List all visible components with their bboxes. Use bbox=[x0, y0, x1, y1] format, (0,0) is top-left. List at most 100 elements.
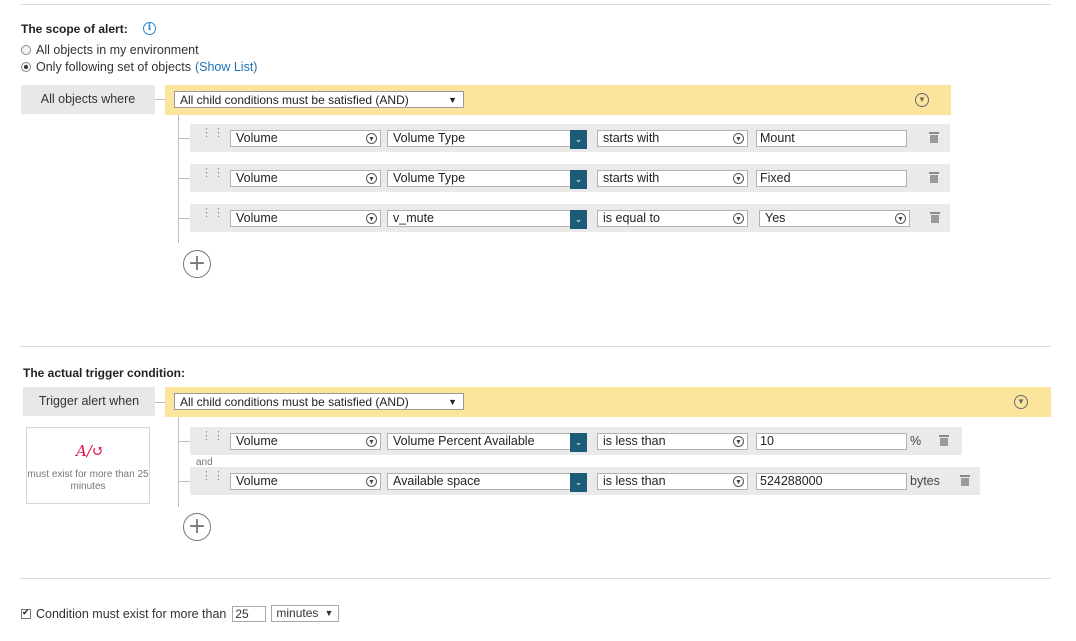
value-select[interactable]: Yes ▼ bbox=[759, 210, 910, 227]
value-input[interactable]: 10 bbox=[756, 433, 907, 450]
drag-handle-icon[interactable]: ⋮⋮ bbox=[201, 168, 224, 183]
show-list-link[interactable]: (Show List) bbox=[195, 60, 258, 74]
field-select-value: v_mute bbox=[393, 211, 434, 225]
dropdown-arrow-icon: ▼ bbox=[324, 608, 334, 618]
field-select-value: Volume Percent Available bbox=[393, 434, 535, 448]
chevron-down-icon: ▼ bbox=[733, 173, 744, 184]
trash-icon[interactable] bbox=[960, 475, 970, 486]
trash-icon[interactable] bbox=[939, 435, 949, 446]
duration-unit-select[interactable]: minutes ▼ bbox=[271, 605, 340, 622]
object-select[interactable]: Volume ▼ bbox=[230, 433, 381, 450]
object-select[interactable]: Volume ▼ bbox=[230, 130, 381, 147]
scope-group-select[interactable]: All child conditions must be satisfied (… bbox=[174, 91, 464, 108]
scope-condition-row-1: ⋮⋮ Volume ▼ Volume Type ⌄ starts with ▼ … bbox=[178, 124, 950, 152]
field-select[interactable]: Volume Percent Available ⌄ bbox=[387, 433, 587, 452]
duration-card[interactable]: A/↺ must exist for more than 25 minutes bbox=[26, 427, 150, 504]
value-input[interactable]: Fixed bbox=[756, 170, 907, 187]
chevron-down-icon: ▼ bbox=[733, 476, 744, 487]
operator-select-value: is less than bbox=[603, 434, 666, 448]
operator-select-value: starts with bbox=[603, 171, 660, 185]
radio-label: All objects in my environment bbox=[36, 43, 199, 57]
radio-all-objects[interactable]: All objects in my environment bbox=[21, 43, 199, 57]
field-select[interactable]: Volume Type ⌄ bbox=[387, 170, 587, 189]
radio-following-objects[interactable]: Only following set of objects (Show List… bbox=[21, 60, 257, 74]
duration-unit-value: minutes bbox=[276, 606, 319, 620]
unit-label: bytes bbox=[910, 474, 940, 488]
duration-note: must exist for more than 25 minutes bbox=[27, 469, 149, 492]
scope-group-bar: All child conditions must be satisfied (… bbox=[165, 85, 951, 115]
operator-select-value: is equal to bbox=[603, 211, 660, 225]
chevron-down-icon: ▼ bbox=[366, 476, 377, 487]
trigger-title: The actual trigger condition: bbox=[23, 366, 186, 380]
time-condition-icon: A/↺ bbox=[76, 442, 105, 460]
drag-handle-icon[interactable]: ⋮⋮ bbox=[201, 208, 224, 223]
trash-icon[interactable] bbox=[930, 212, 940, 223]
chevron-down-icon: ▼ bbox=[366, 213, 377, 224]
chevron-down-icon: ⌄ bbox=[570, 170, 587, 189]
object-select[interactable]: Volume ▼ bbox=[230, 473, 381, 490]
duration-condition: Condition must exist for more than 25 mi… bbox=[21, 605, 340, 622]
object-select-value: Volume bbox=[236, 434, 278, 448]
operator-select-value: is less than bbox=[603, 474, 666, 488]
object-select[interactable]: Volume ▼ bbox=[230, 210, 381, 227]
connector-line bbox=[178, 441, 190, 442]
operator-select[interactable]: starts with ▼ bbox=[597, 170, 748, 187]
object-select-value: Volume bbox=[236, 171, 278, 185]
collapse-icon[interactable]: ▼ bbox=[915, 93, 929, 107]
drag-handle-icon[interactable]: ⋮⋮ bbox=[201, 471, 224, 486]
operator-select[interactable]: is equal to ▼ bbox=[597, 210, 748, 227]
connector-line bbox=[178, 178, 190, 179]
duration-checkbox[interactable] bbox=[21, 607, 31, 619]
operator-select[interactable]: is less than ▼ bbox=[597, 473, 748, 490]
trigger-condition-row-2: ⋮⋮ Volume ▼ Available space ⌄ is less th… bbox=[178, 467, 980, 495]
chevron-down-icon: ▼ bbox=[366, 173, 377, 184]
drag-handle-icon[interactable]: ⋮⋮ bbox=[201, 431, 224, 446]
drag-handle-icon[interactable]: ⋮⋮ bbox=[201, 128, 224, 143]
object-select-value: Volume bbox=[236, 131, 278, 145]
plus-icon[interactable]: + bbox=[183, 513, 211, 541]
chevron-down-icon: ▼ bbox=[733, 133, 744, 144]
chevron-down-icon: ▼ bbox=[733, 436, 744, 447]
field-select[interactable]: Available space ⌄ bbox=[387, 473, 587, 492]
duration-input[interactable]: 25 bbox=[232, 605, 267, 622]
object-select[interactable]: Volume ▼ bbox=[230, 170, 381, 187]
tree-line bbox=[178, 115, 179, 243]
dropdown-arrow-icon: ▼ bbox=[448, 397, 457, 407]
trash-icon[interactable] bbox=[929, 132, 939, 143]
field-select[interactable]: Volume Type ⌄ bbox=[387, 130, 587, 149]
radio-button[interactable] bbox=[21, 45, 31, 55]
tree-line bbox=[178, 417, 179, 507]
field-select[interactable]: v_mute ⌄ bbox=[387, 210, 587, 229]
chevron-down-icon: ⌄ bbox=[570, 210, 587, 229]
object-select-value: Volume bbox=[236, 211, 278, 225]
trash-icon[interactable] bbox=[929, 172, 939, 183]
connector-line bbox=[178, 218, 190, 219]
scope-condition-row-3: ⋮⋮ Volume ▼ v_mute ⌄ is equal to ▼ Yes ▼ bbox=[178, 204, 950, 232]
collapse-icon[interactable]: ▼ bbox=[1014, 395, 1028, 409]
chevron-down-icon: ⌄ bbox=[570, 130, 587, 149]
chevron-down-icon: ▼ bbox=[895, 213, 906, 224]
trigger-condition-row-1: ⋮⋮ Volume ▼ Volume Percent Available ⌄ i… bbox=[178, 427, 962, 455]
value-input[interactable]: Mount bbox=[756, 130, 907, 147]
unit-label: % bbox=[910, 434, 922, 448]
connector-line bbox=[178, 481, 190, 482]
operator-select[interactable]: starts with ▼ bbox=[597, 130, 748, 147]
operator-select[interactable]: is less than ▼ bbox=[597, 433, 748, 450]
trigger-label: Trigger alert when bbox=[23, 387, 155, 416]
section-divider bbox=[20, 346, 1051, 347]
chevron-down-icon: ▼ bbox=[733, 213, 744, 224]
trigger-group-select[interactable]: All child conditions must be satisfied (… bbox=[174, 393, 464, 410]
radio-button-selected[interactable] bbox=[21, 62, 31, 72]
operator-select-value: starts with bbox=[603, 131, 660, 145]
plus-icon[interactable]: + bbox=[183, 250, 211, 278]
chevron-down-icon: ⌄ bbox=[570, 473, 587, 492]
connector-line bbox=[178, 138, 190, 139]
value-input[interactable]: 524288000 bbox=[756, 473, 907, 490]
top-divider bbox=[20, 4, 1051, 5]
field-select-value: Volume Type bbox=[393, 131, 466, 145]
connector-line bbox=[155, 99, 165, 100]
section-divider bbox=[20, 578, 1051, 579]
field-select-value: Available space bbox=[393, 474, 481, 488]
info-icon[interactable]: i bbox=[143, 22, 156, 35]
duration-label: Condition must exist for more than bbox=[36, 606, 227, 621]
